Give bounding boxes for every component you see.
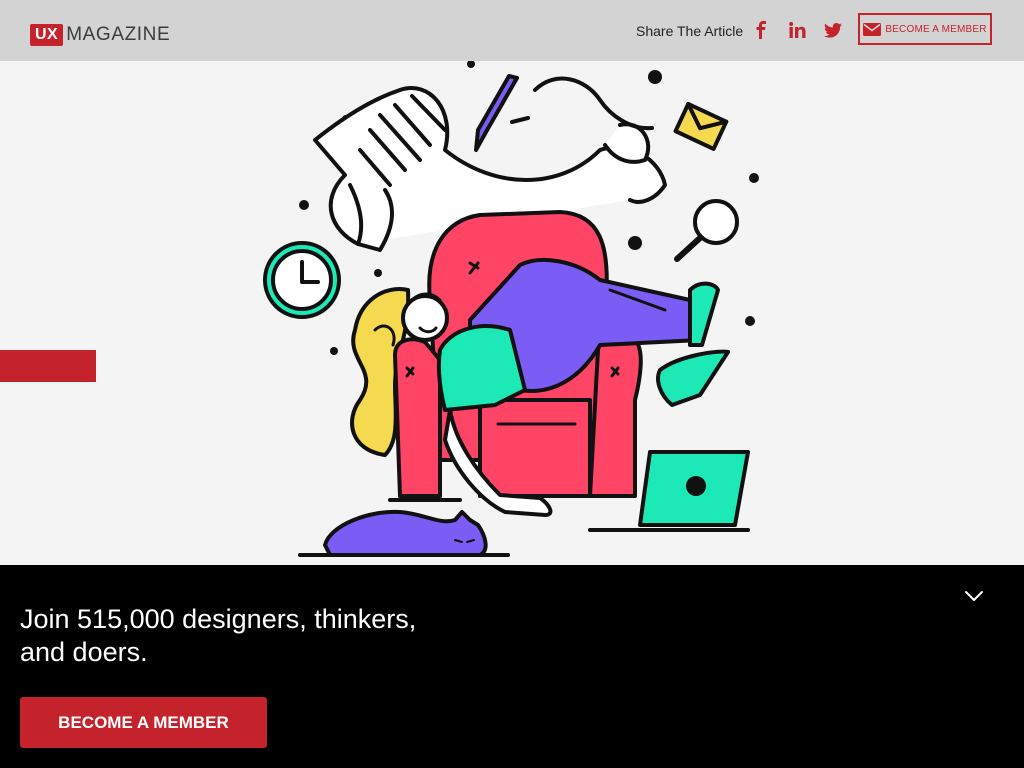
linkedin-share-button[interactable] (786, 19, 808, 41)
twitter-icon (824, 22, 842, 38)
facebook-icon (756, 21, 766, 39)
red-accent-bar (0, 350, 96, 382)
logo-text: MAGAZINE (66, 24, 171, 45)
facebook-share-button[interactable] (750, 19, 772, 41)
collapse-banner-button[interactable] (962, 587, 986, 605)
twitter-share-button[interactable] (822, 19, 844, 41)
relaxing-person-illustration (263, 61, 759, 557)
banner-headline: Join 515,000 designers, thinkers, and do… (20, 603, 480, 669)
become-member-cta-label: BECOME A MEMBER (58, 712, 229, 732)
envelope-icon (863, 22, 882, 36)
become-member-header-button[interactable]: BECOME A MEMBER (858, 13, 992, 45)
share-label: Share The Article (636, 23, 744, 39)
membership-banner: Join 515,000 designers, thinkers, and do… (0, 565, 1024, 768)
become-member-header-label: BECOME A MEMBER (885, 23, 987, 35)
chevron-down-icon (965, 591, 983, 601)
banner-headline-line1: Join 515,000 designers, thinkers, (20, 604, 417, 634)
linkedin-icon (788, 22, 805, 38)
ux-magazine-logo[interactable]: UX MAGAZINE (30, 23, 170, 47)
logo-badge: UX (30, 24, 64, 46)
banner-headline-line2: and doers. (20, 637, 148, 667)
become-member-cta-button[interactable]: BECOME A MEMBER (20, 697, 267, 748)
site-header: UX MAGAZINE Share The Article BECOME A M… (0, 0, 1024, 61)
